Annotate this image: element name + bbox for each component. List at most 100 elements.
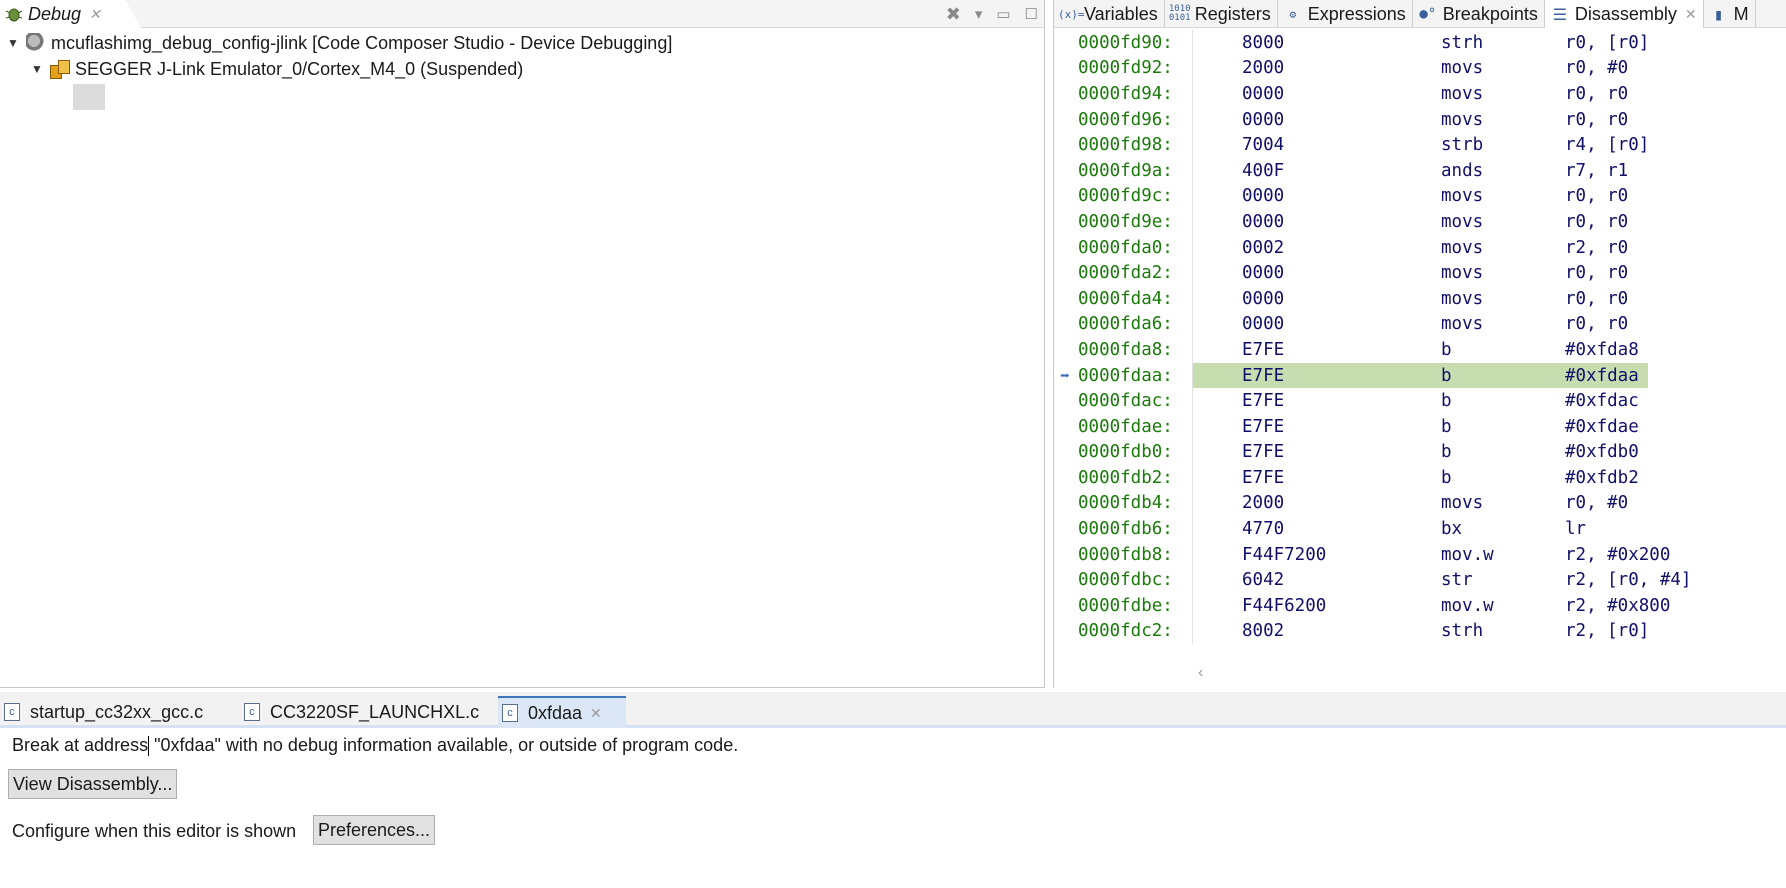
stack-frame-placeholder[interactable] bbox=[73, 84, 105, 110]
disassembly-row[interactable]: 0000fd96: 0000 movs r0, r0 bbox=[1054, 106, 1786, 133]
gutter[interactable] bbox=[1054, 593, 1076, 619]
gutter[interactable] bbox=[1054, 286, 1076, 312]
close-icon[interactable]: ✕ bbox=[590, 705, 602, 722]
tab-memory[interactable]: ▮ M bbox=[1704, 0, 1756, 28]
c-file-icon: c bbox=[502, 704, 518, 722]
disassembly-row[interactable]: 0000fd90: 8000 strh r0, [r0] bbox=[1054, 30, 1786, 56]
close-icon[interactable]: ✕ bbox=[1685, 6, 1697, 23]
disassembly-row[interactable]: 0000fd94: 0000 movs r0, r0 bbox=[1054, 81, 1786, 107]
opcode-cell: E7FE bbox=[1242, 416, 1285, 437]
disassembly-row[interactable]: 0000fdb0: E7FE b #0xfdb0 bbox=[1054, 439, 1786, 466]
gutter[interactable] bbox=[1054, 337, 1076, 363]
gutter[interactable] bbox=[1054, 81, 1076, 107]
disassembly-row[interactable]: 0000fd98: 7004 strb r4, [r0] bbox=[1054, 132, 1786, 158]
gutter[interactable] bbox=[1054, 567, 1076, 593]
address-cell: 0000fdbe: bbox=[1078, 595, 1173, 616]
disassembly-row[interactable]: 0000fd92: 2000 movs r0, #0 bbox=[1054, 55, 1786, 82]
minimize-icon[interactable]: ▭ bbox=[996, 5, 1010, 23]
tab-launchxl-file[interactable]: c CC3220SF_LAUNCHXL.c bbox=[240, 696, 489, 728]
disassembly-row[interactable]: 0000fda2: 0000 movs r0, r0 bbox=[1054, 260, 1786, 286]
gutter[interactable] bbox=[1054, 312, 1076, 338]
tab-registers[interactable]: 1010 0101 Registers bbox=[1165, 0, 1278, 28]
tab-variables[interactable]: (x)= Variables bbox=[1054, 0, 1165, 28]
chevron-down-icon[interactable]: ▼ bbox=[6, 36, 20, 50]
disassembly-row-current[interactable]: ➡ 0000fdaa: E7FE b #0xfdaa bbox=[1054, 362, 1786, 389]
tab-address[interactable]: c 0xfdaa ✕ bbox=[498, 696, 626, 728]
close-icon[interactable]: ✕ bbox=[89, 6, 101, 23]
operands-cell: r0, r0 bbox=[1565, 314, 1629, 335]
gutter[interactable] bbox=[1054, 619, 1076, 645]
disassembly-row[interactable]: 0000fdac: E7FE b #0xfdac bbox=[1054, 388, 1786, 414]
gutter[interactable] bbox=[1054, 414, 1076, 440]
operands-cell: r2, r0 bbox=[1565, 237, 1629, 258]
mnemonic-cell: strh bbox=[1441, 32, 1484, 53]
mnemonic-cell: movs bbox=[1441, 211, 1484, 232]
disassembly-row[interactable]: 0000fda8: E7FE b #0xfda8 bbox=[1054, 337, 1786, 363]
gutter[interactable] bbox=[1054, 107, 1076, 133]
gutter[interactable] bbox=[1054, 132, 1076, 158]
view-menu-icon[interactable]: ▾ bbox=[975, 5, 983, 23]
tab-expressions[interactable]: ⚙ Expressions bbox=[1278, 0, 1413, 28]
chevron-left-icon[interactable]: ‹ bbox=[1198, 664, 1203, 682]
disassembly-row[interactable]: 0000fd9a: 400F ands r7, r1 bbox=[1054, 157, 1786, 184]
gutter[interactable] bbox=[1054, 440, 1076, 466]
gutter[interactable] bbox=[1054, 30, 1076, 56]
opcode-cell: 0002 bbox=[1242, 237, 1285, 258]
mnemonic-cell: bx bbox=[1441, 519, 1463, 540]
disassembly-row[interactable]: 0000fdb8: F44F7200 mov.w r2, #0x200 bbox=[1054, 541, 1786, 568]
gutter[interactable] bbox=[1054, 465, 1076, 491]
disassembly-row[interactable]: 0000fdae: E7FE b #0xfdae bbox=[1054, 413, 1786, 440]
mnemonic-cell: b bbox=[1441, 391, 1452, 412]
operands-cell: #0xfda8 bbox=[1565, 339, 1639, 360]
disassembly-row[interactable]: 0000fda6: 0000 movs r0, r0 bbox=[1054, 311, 1786, 338]
instruction-pointer-icon[interactable]: ➡ bbox=[1054, 363, 1076, 389]
tree-item-target[interactable]: ▼ SEGGER J-Link Emulator_0/Cortex_M4_0 (… bbox=[0, 56, 1044, 82]
opcode-cell: 0000 bbox=[1242, 288, 1285, 309]
horizontal-scrollbar[interactable]: ‹ bbox=[1054, 660, 1786, 688]
tab-startup-file[interactable]: c startup_cc32xx_gcc.c bbox=[0, 696, 213, 728]
opcode-cell: E7FE bbox=[1242, 442, 1285, 463]
gutter[interactable] bbox=[1054, 209, 1076, 235]
operands-cell: #0xfdae bbox=[1565, 416, 1639, 437]
tab-debug[interactable]: Debug ✕ bbox=[0, 0, 141, 28]
disassembly-row[interactable]: 0000fdb4: 2000 movs r0, #0 bbox=[1054, 490, 1786, 517]
tab-disassembly[interactable]: ☰ Disassembly ✕ bbox=[1544, 0, 1704, 28]
chevron-down-icon[interactable]: ▼ bbox=[30, 62, 44, 76]
opcode-cell: 8002 bbox=[1242, 621, 1285, 642]
disassembly-row[interactable]: 0000fdbe: F44F6200 mov.w r2, #0x800 bbox=[1054, 593, 1786, 619]
disassembly-row[interactable]: 0000fdb6: 4770 bx lr bbox=[1054, 516, 1786, 542]
opcode-cell: 0000 bbox=[1242, 83, 1285, 104]
disassembly-row[interactable]: 0000fd9c: 0000 movs r0, r0 bbox=[1054, 183, 1786, 210]
gutter[interactable] bbox=[1054, 235, 1076, 261]
gutter[interactable] bbox=[1054, 56, 1076, 82]
remove-terminated-icon[interactable]: ✖ bbox=[946, 4, 961, 25]
configure-label: Configure when this editor is shown bbox=[12, 821, 297, 841]
tree-item-launch[interactable]: ▼ mcuflashimg_debug_config-jlink [Code C… bbox=[0, 30, 1044, 56]
disassembly-row[interactable]: 0000fda0: 0002 movs r2, r0 bbox=[1054, 234, 1786, 261]
tab-breakpoints[interactable]: ●° Breakpoints bbox=[1413, 0, 1545, 28]
disassembly-row[interactable]: 0000fd9e: 0000 movs r0, r0 bbox=[1054, 209, 1786, 235]
disassembly-row[interactable]: 0000fda4: 0000 movs r0, r0 bbox=[1054, 285, 1786, 312]
gutter[interactable] bbox=[1054, 158, 1076, 184]
mnemonic-cell: movs bbox=[1441, 263, 1484, 284]
view-disassembly-button[interactable]: View Disassembly... bbox=[8, 769, 178, 799]
address-cell: 0000fdaa: bbox=[1078, 365, 1173, 386]
gutter[interactable] bbox=[1054, 542, 1076, 568]
gutter[interactable] bbox=[1054, 184, 1076, 210]
maximize-icon[interactable]: ☐ bbox=[1025, 5, 1038, 23]
gutter[interactable] bbox=[1054, 260, 1076, 286]
disassembly-row[interactable]: 0000fdbc: 6042 str r2, [r0, #4] bbox=[1054, 567, 1786, 594]
address-cell: 0000fd9c: bbox=[1078, 186, 1173, 207]
gutter[interactable] bbox=[1054, 516, 1076, 542]
operands-cell: r7, r1 bbox=[1565, 160, 1629, 181]
address-cell: 0000fda0: bbox=[1078, 237, 1173, 258]
disassembly-row[interactable]: 0000fdb2: E7FE b #0xfdb2 bbox=[1054, 465, 1786, 491]
preferences-button[interactable]: Preferences... bbox=[313, 815, 436, 845]
gutter[interactable] bbox=[1054, 388, 1076, 414]
mnemonic-cell: movs bbox=[1441, 58, 1484, 79]
mnemonic-cell: mov.w bbox=[1441, 595, 1494, 616]
disassembly-row[interactable]: 0000fdc2: 8002 strh r2, [r0] bbox=[1054, 618, 1786, 645]
gutter[interactable] bbox=[1054, 491, 1076, 517]
disassembly-listing[interactable]: 0000fd90: 8000 strh r0, [r0] 0000fd92: 2000 mo… bbox=[1054, 30, 1786, 656]
address-cell: 0000fdb0: bbox=[1078, 442, 1173, 463]
